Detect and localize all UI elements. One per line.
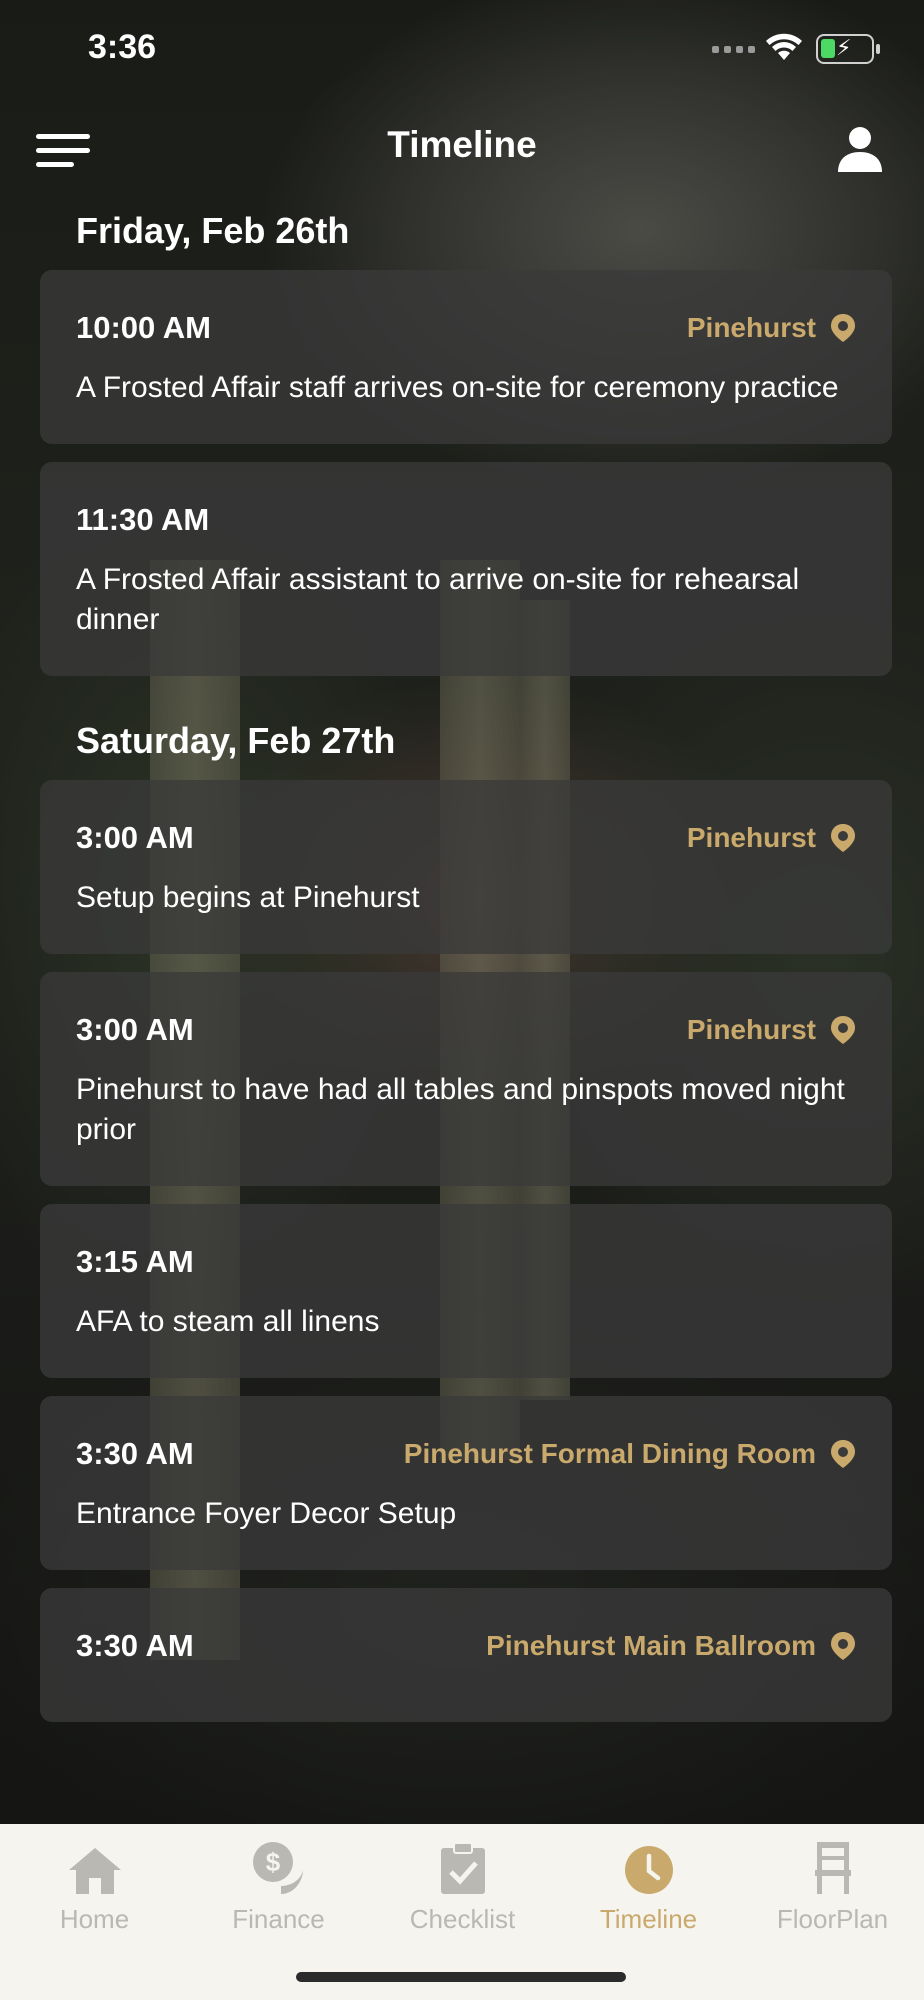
- finance-icon: $: [252, 1842, 303, 1894]
- event-description: A Frosted Affair staff arrives on-site f…: [76, 371, 839, 404]
- event-location[interactable]: Pinehurst Main Ballroom: [486, 1630, 856, 1662]
- tab-timeline[interactable]: Timeline: [556, 1836, 741, 1935]
- event-location[interactable]: Pinehurst: [687, 822, 856, 854]
- location-pin-icon: [831, 824, 855, 852]
- event-description: Setup begins at Pinehurst: [76, 881, 420, 914]
- timeline-event[interactable]: 3:00 AM Pinehurst Setup begins at Pinehu…: [40, 780, 892, 954]
- cellular-signal-icon: [712, 46, 755, 53]
- event-location[interactable]: Pinehurst: [687, 1014, 856, 1046]
- event-time: 3:15 AM: [76, 1244, 194, 1279]
- status-bar: 3:36 ⚡: [0, 0, 924, 100]
- event-time: 3:30 AM: [76, 1436, 194, 1471]
- tab-label: Finance: [232, 1904, 325, 1934]
- tab-label: Checklist: [409, 1904, 516, 1934]
- chair-icon: [814, 1842, 851, 1894]
- checklist-icon: [440, 1842, 485, 1894]
- tab-checklist[interactable]: Checklist: [370, 1836, 555, 1935]
- event-time: 3:00 AM: [76, 1012, 194, 1047]
- event-time: 3:00 AM: [76, 820, 194, 855]
- event-location-label: Pinehurst: [686, 1014, 816, 1045]
- home-indicator: [296, 1972, 626, 1982]
- event-time: 11:30 AM: [76, 502, 210, 537]
- timeline-event[interactable]: 10:00 AM Pinehurst A Frosted Affair staf…: [40, 270, 892, 444]
- event-time: 3:30 AM: [76, 1628, 194, 1663]
- event-location-label: Pinehurst Formal Dining Room: [403, 1438, 816, 1469]
- svg-text:$: $: [265, 1847, 280, 1877]
- day-heading: Saturday, Feb 27th: [76, 720, 396, 761]
- event-description: Entrance Foyer Decor Setup: [76, 1497, 457, 1530]
- location-pin-icon: [831, 1632, 855, 1660]
- status-time: 3:36: [88, 28, 157, 66]
- event-location-label: Pinehurst: [686, 312, 816, 343]
- page-title: Timeline: [387, 124, 537, 165]
- event-description: Pinehurst to have had all tables and pin…: [76, 1073, 845, 1146]
- home-icon: [68, 1848, 121, 1894]
- event-location[interactable]: Pinehurst Formal Dining Room: [404, 1438, 856, 1470]
- timeline-event[interactable]: 11:30 AM A Frosted Affair assistant to a…: [40, 462, 892, 676]
- tab-floorplan[interactable]: FloorPlan: [740, 1836, 924, 1935]
- timeline-event[interactable]: 3:00 AM Pinehurst Pinehurst to have had …: [40, 972, 892, 1186]
- tab-finance[interactable]: $ Finance: [186, 1836, 371, 1935]
- timeline-event[interactable]: 3:15 AM AFA to steam all linens: [40, 1204, 892, 1378]
- clock-icon: [624, 1846, 673, 1894]
- location-pin-icon: [831, 1440, 855, 1468]
- tab-label: FloorPlan: [776, 1904, 889, 1934]
- event-location-label: Pinehurst Main Ballroom: [486, 1630, 816, 1661]
- tab-label: Timeline: [599, 1904, 698, 1934]
- day-heading: Friday, Feb 26th: [76, 210, 350, 251]
- timeline-event[interactable]: 3:30 AM Pinehurst Main Ballroom: [40, 1588, 892, 1722]
- event-location[interactable]: Pinehurst: [687, 312, 856, 344]
- battery-icon: ⚡: [816, 34, 880, 64]
- tab-home[interactable]: Home: [2, 1836, 187, 1935]
- tab-label: Home: [59, 1904, 130, 1934]
- event-time: 10:00 AM: [76, 310, 211, 345]
- user-profile-icon[interactable]: [834, 124, 886, 176]
- event-location-label: Pinehurst: [686, 822, 816, 853]
- location-pin-icon: [831, 1016, 855, 1044]
- timeline-list: Friday, Feb 26th 10:00 AM Pinehurst A Fr…: [40, 210, 892, 1722]
- event-description: AFA to steam all linens: [76, 1305, 380, 1338]
- event-description: A Frosted Affair assistant to arrive on-…: [76, 563, 800, 636]
- timeline-event[interactable]: 3:30 AM Pinehurst Formal Dining Room Ent…: [40, 1396, 892, 1570]
- wifi-icon: [766, 33, 802, 60]
- location-pin-icon: [831, 314, 855, 342]
- app-header: Timeline: [0, 110, 924, 190]
